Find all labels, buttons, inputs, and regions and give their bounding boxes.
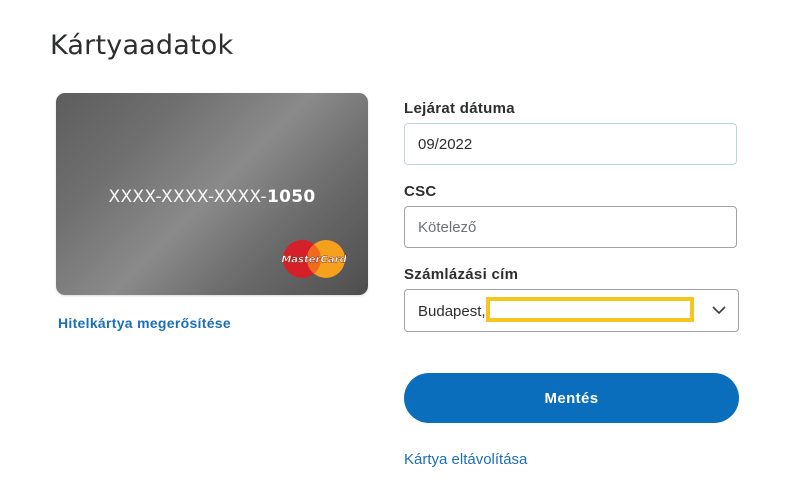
csc-input[interactable] — [404, 206, 737, 248]
billing-address-value: Budapest, — [418, 303, 486, 320]
page-title: Kártyaadatok — [50, 30, 234, 61]
billing-address-label: Számlázási cím — [404, 266, 519, 283]
remove-card-link[interactable]: Kártya eltávolítása — [404, 451, 527, 468]
billing-address-select[interactable]: Budapest, — [404, 289, 739, 332]
chevron-down-icon[interactable] — [712, 305, 726, 315]
card-number-mask: XXXX-XXXX-XXXX- — [108, 187, 267, 207]
confirm-card-link[interactable]: Hitelkártya megerősítése — [58, 315, 231, 331]
expiry-label: Lejárat dátuma — [404, 100, 515, 117]
mastercard-logo-text: MasterCard — [282, 255, 346, 266]
csc-label: CSC — [404, 183, 437, 200]
expiry-input[interactable] — [404, 123, 737, 165]
save-button[interactable]: Mentés — [404, 373, 739, 423]
card-number-last4: 1050 — [266, 187, 316, 207]
mastercard-logo-icon: MasterCard — [282, 240, 346, 278]
redaction-highlight — [486, 297, 694, 322]
credit-card-image: XXXX-XXXX-XXXX-1050 MasterCard — [56, 93, 368, 295]
card-number: XXXX-XXXX-XXXX-1050 — [56, 187, 368, 207]
